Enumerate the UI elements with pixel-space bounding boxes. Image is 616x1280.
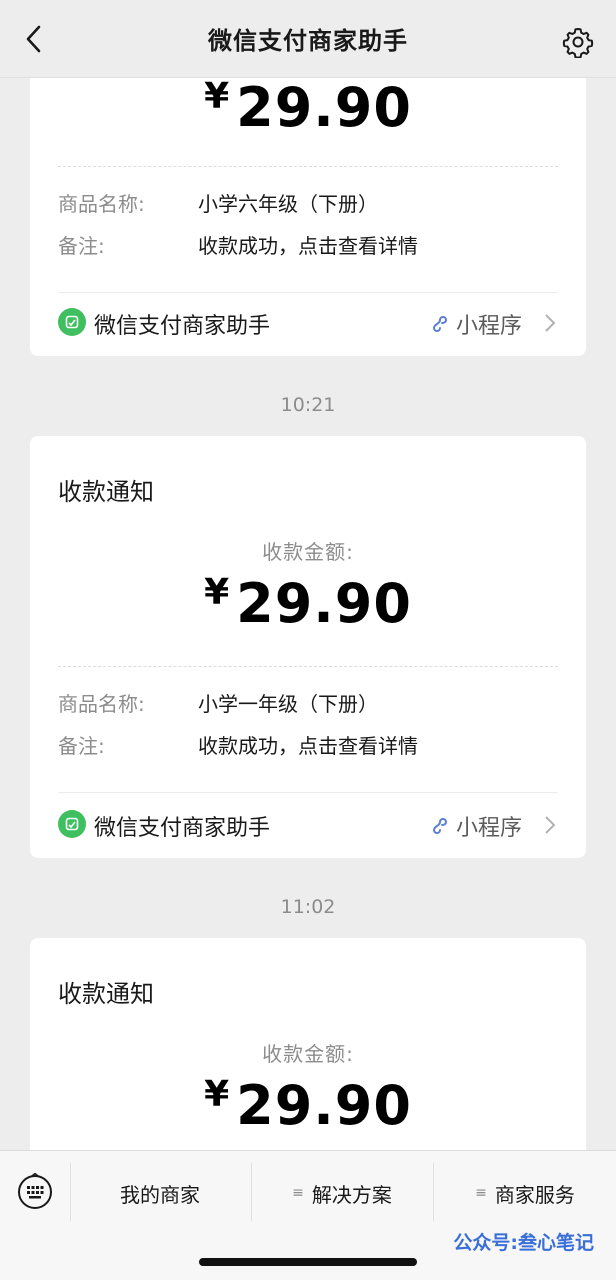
dashed-divider [58, 166, 558, 167]
merchant-assistant-icon [58, 810, 86, 838]
footer-app-name: 微信支付商家助手 [94, 314, 271, 339]
amount-label: 收款金额: [262, 540, 354, 564]
miniprogram-label: 小程序 [455, 314, 522, 339]
submenu-icon: ≡ [292, 1185, 304, 1201]
submenu-icon: ≡ [475, 1185, 487, 1201]
footer-app-name: 微信支付商家助手 [94, 816, 271, 841]
detail-row-remark: 备注: 收款成功，点击查看详情 [58, 230, 558, 260]
detail-value: 小学六年级（下册） [198, 192, 378, 216]
keyboard-toggle-button[interactable] [16, 1172, 54, 1211]
merchant-assistant-icon [58, 308, 86, 336]
detail-value: 收款成功，点击查看详情 [198, 734, 418, 758]
settings-button[interactable] [562, 26, 594, 59]
payment-amount: ¥29.90 [204, 572, 412, 635]
dashed-divider [58, 666, 558, 667]
payment-card[interactable]: ¥29.90 商品名称: 小学六年级（下册） 备注: 收款成功，点击查看详情 微… [30, 40, 586, 356]
currency-symbol: ¥ [204, 1074, 231, 1115]
card-footer-miniprogram[interactable]: 微信支付商家助手 小程序 [58, 306, 558, 340]
detail-key: 备注: [58, 734, 105, 758]
chevron-right-icon [545, 314, 556, 332]
detail-key: 商品名称: [58, 692, 145, 716]
message-feed[interactable]: ¥29.90 商品名称: 小学六年级（下册） 备注: 收款成功，点击查看详情 微… [0, 0, 616, 1150]
menu-solutions[interactable]: ≡ 解决方案 [252, 1165, 432, 1221]
menu-my-merchant[interactable]: 我的商家 [70, 1165, 250, 1221]
payment-card[interactable]: 收款通知 收款金额: ¥29.90 商品名称: 小学一年级（下册） 备注: 收款… [30, 436, 586, 858]
notice-title: 收款通知 [58, 478, 154, 506]
chevron-right-icon [545, 816, 556, 834]
currency-symbol: ¥ [204, 572, 231, 613]
divider [58, 792, 558, 793]
miniprogram-label: 小程序 [455, 816, 522, 841]
page-title: 微信支付商家助手 [208, 27, 408, 55]
detail-value: 收款成功，点击查看详情 [198, 234, 418, 258]
chevron-left-icon [26, 25, 41, 53]
divider [58, 292, 558, 293]
miniprogram-icon [432, 818, 448, 834]
gear-icon [562, 28, 594, 59]
detail-value: 小学一年级（下册） [198, 692, 378, 716]
detail-key: 备注: [58, 234, 105, 258]
detail-row-product: 商品名称: 小学六年级（下册） [58, 188, 558, 218]
payment-amount: ¥29.90 [204, 1074, 412, 1137]
home-indicator[interactable] [199, 1258, 417, 1266]
payment-amount: ¥29.90 [204, 76, 412, 139]
currency-symbol: ¥ [204, 76, 231, 117]
miniprogram-icon [432, 316, 448, 332]
keyboard-icon [18, 1172, 52, 1209]
nav-header: 微信支付商家助手 [0, 0, 616, 78]
detail-row-remark: 备注: 收款成功，点击查看详情 [58, 730, 558, 760]
card-footer-miniprogram[interactable]: 微信支付商家助手 小程序 [58, 808, 558, 842]
back-button[interactable] [18, 22, 48, 56]
payment-card[interactable]: 收款通知 收款金额: ¥29.90 [30, 938, 586, 1150]
watermark: 公众号:叁心笔记 [453, 1232, 594, 1254]
message-timestamp: 10:21 [280, 394, 336, 416]
detail-key: 商品名称: [58, 192, 145, 216]
message-timestamp: 11:02 [280, 896, 336, 918]
menu-merchant-service[interactable]: ≡ 商家服务 [434, 1165, 616, 1221]
notice-title: 收款通知 [58, 980, 154, 1008]
detail-row-product: 商品名称: 小学一年级（下册） [58, 688, 558, 718]
amount-label: 收款金额: [262, 1042, 354, 1066]
